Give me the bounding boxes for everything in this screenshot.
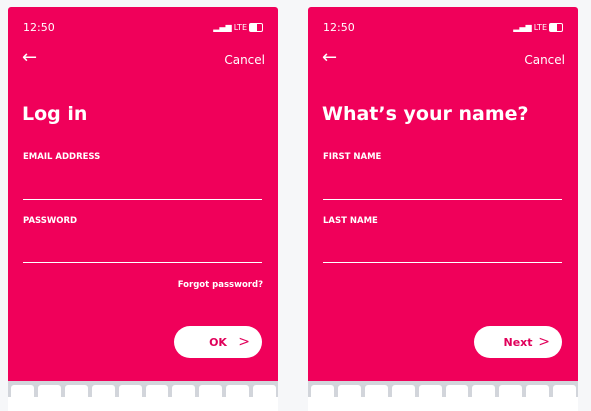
cancel-button[interactable]: Cancel	[524, 53, 565, 67]
back-arrow-icon[interactable]: ←	[22, 49, 37, 67]
last-name-label: LAST NAME	[323, 216, 378, 226]
password-field[interactable]	[23, 240, 262, 263]
page-title: What’s your name?	[322, 103, 529, 125]
login-screen: 12:50 ▂▄▆ LTE ← Cancel Log in EMAIL ADDRE…	[8, 7, 278, 411]
status-time: 12:50	[323, 21, 355, 34]
signal-icon: ▂▄▆	[213, 23, 232, 32]
page-title: Log in	[22, 103, 88, 125]
first-name-field[interactable]	[323, 177, 562, 200]
first-name-label: FIRST NAME	[323, 152, 382, 162]
ok-button[interactable]: OK >	[174, 326, 262, 358]
last-name-field[interactable]	[323, 240, 562, 263]
signal-icon: ▂▄▆	[513, 23, 532, 32]
email-field[interactable]	[23, 177, 262, 200]
chevron-right-icon: >	[238, 334, 250, 350]
overlay-panel	[8, 397, 278, 411]
status-bar: 12:50 ▂▄▆ LTE	[23, 21, 263, 34]
forgot-password-link[interactable]: Forgot password?	[178, 280, 263, 290]
next-label: Next	[503, 335, 533, 349]
cancel-button[interactable]: Cancel	[224, 53, 265, 67]
next-button[interactable]: Next >	[474, 326, 562, 358]
overlay-panel	[308, 397, 578, 411]
status-bar: 12:50 ▂▄▆ LTE	[323, 21, 563, 34]
name-screen: 12:50 ▂▄▆ LTE ← Cancel What’s your name? …	[308, 7, 578, 411]
network-label: LTE	[233, 23, 247, 32]
network-label: LTE	[533, 23, 547, 32]
battery-icon	[549, 23, 563, 32]
battery-icon	[249, 23, 263, 32]
ok-label: OK	[209, 335, 227, 349]
status-time: 12:50	[23, 21, 55, 34]
password-label: PASSWORD	[23, 216, 78, 226]
email-label: EMAIL ADDRESS	[23, 152, 101, 162]
back-arrow-icon[interactable]: ←	[322, 49, 337, 67]
chevron-right-icon: >	[538, 334, 550, 350]
